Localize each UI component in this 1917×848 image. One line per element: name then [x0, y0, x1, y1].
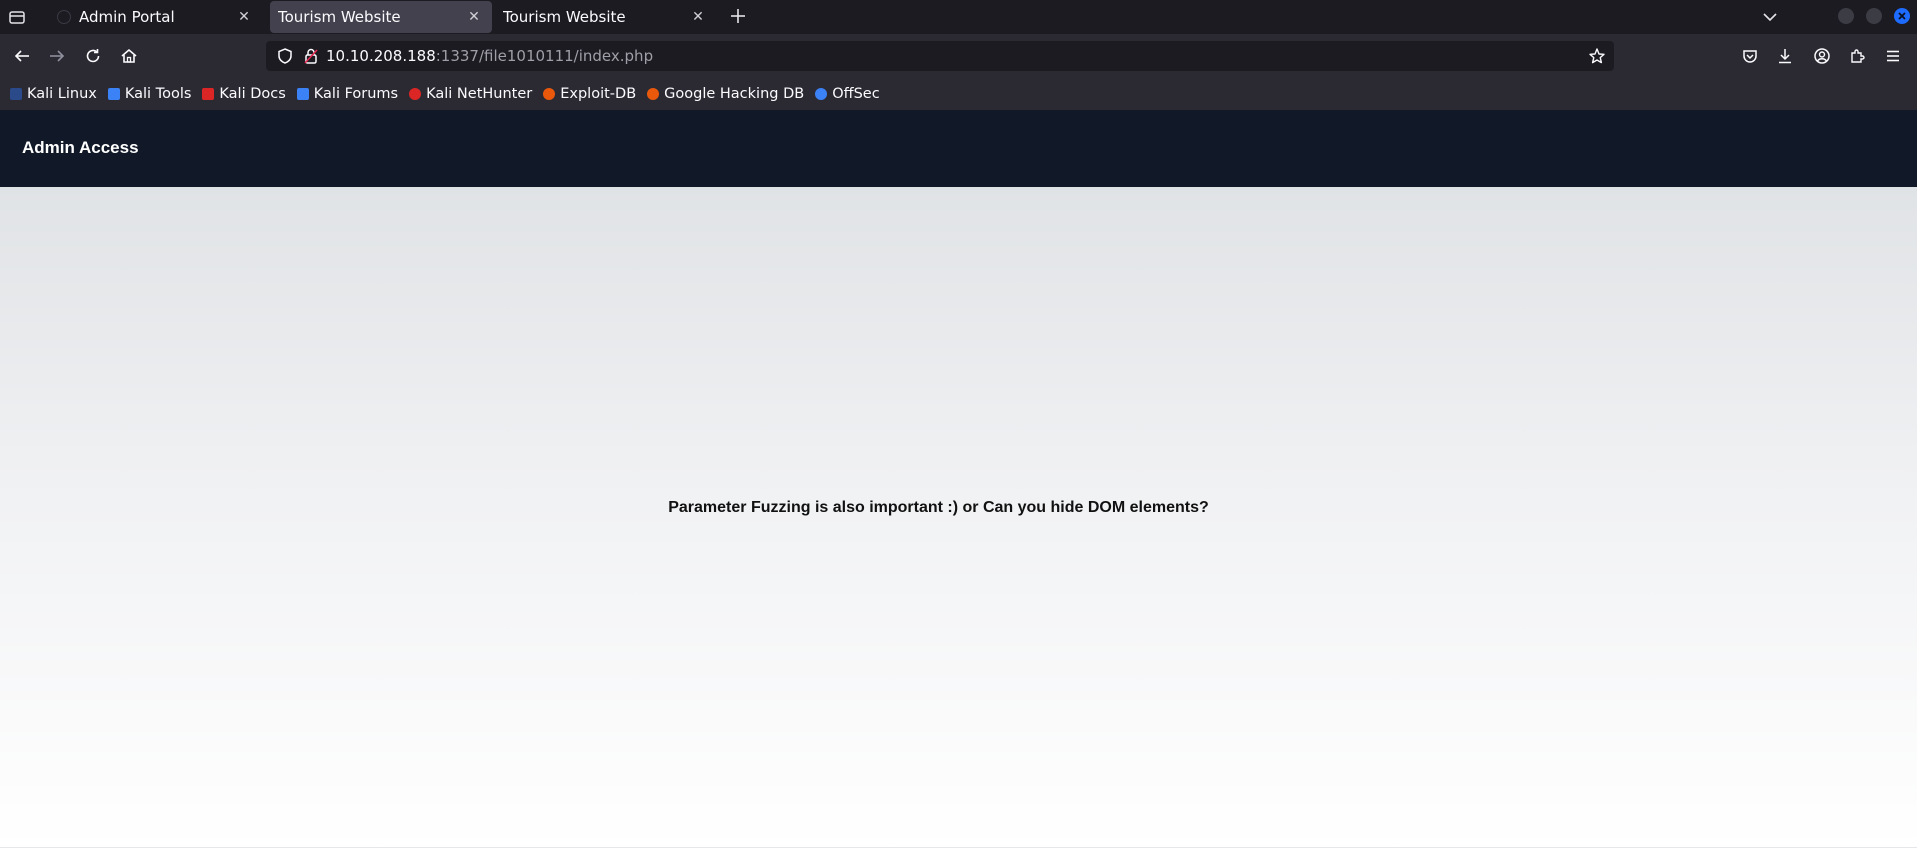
minimize-button[interactable]	[1838, 8, 1854, 24]
close-icon[interactable]: ✕	[466, 9, 482, 25]
bookmark-offsec[interactable]: OffSec	[815, 86, 880, 102]
kali-dragon-icon	[10, 88, 22, 100]
offsec-icon	[815, 88, 828, 100]
lock-icon[interactable]	[302, 47, 320, 65]
bookmark-kali-nethunter[interactable]: Kali NetHunter	[409, 86, 532, 102]
bookmark-label: Kali Tools	[124, 86, 192, 102]
page-title: Admin Access	[22, 138, 139, 157]
new-tab-plus-icon[interactable]	[728, 6, 748, 26]
tab-tourism-website[interactable]: Tourism Website ✕	[494, 0, 716, 33]
url-host: 10.10.208.188	[326, 47, 436, 65]
tab-favicon-icon	[57, 9, 71, 24]
close-icon[interactable]: ✕	[690, 9, 706, 25]
hint-message: Parameter Fuzzing is also important :) o…	[668, 499, 1209, 516]
maximize-button[interactable]	[1866, 8, 1882, 24]
tab-title: Tourism Website	[503, 7, 626, 26]
back-arrow-icon[interactable]	[10, 44, 34, 68]
navigation-toolbar: 10.10.208.188:1337/file1010111/index.php	[0, 34, 1917, 78]
close-icon[interactable]: ✕	[236, 9, 252, 25]
tab-strip: Admin Portal ✕ Tourism Website ✕ Tourism…	[0, 0, 1917, 34]
pocket-icon[interactable]	[1741, 47, 1759, 65]
forward-arrow-icon[interactable]	[45, 44, 69, 68]
bookmark-kali-linux[interactable]: Kali Linux	[10, 86, 97, 102]
extensions-icon[interactable]	[1848, 47, 1866, 65]
bookmark-kali-docs[interactable]: Kali Docs	[202, 86, 286, 102]
account-icon[interactable]	[1813, 47, 1831, 65]
window-close-button[interactable]	[1894, 8, 1910, 24]
bookmark-label: Kali Docs	[219, 86, 286, 102]
web-page: Admin Access Parameter Fuzzing is also i…	[0, 110, 1917, 848]
star-icon[interactable]	[1588, 47, 1606, 65]
bookmark-label: OffSec	[832, 86, 880, 102]
address-bar[interactable]: 10.10.208.188:1337/file1010111/index.php	[266, 41, 1614, 71]
kali-docs-icon	[202, 88, 215, 100]
download-icon[interactable]	[1776, 47, 1794, 65]
reload-icon[interactable]	[81, 44, 105, 68]
bookmark-kali-tools[interactable]: Kali Tools	[107, 86, 192, 102]
site-header: Admin Access	[0, 110, 1917, 187]
bookmark-exploit-db[interactable]: Exploit-DB	[543, 86, 636, 102]
url-path: :1337/file1010111/index.php	[435, 47, 654, 65]
tab-list-icon[interactable]	[8, 8, 26, 26]
tab-title: Admin Portal	[79, 7, 175, 26]
bookmark-google-hacking-db[interactable]: Google Hacking DB	[647, 86, 804, 102]
url-text[interactable]: 10.10.208.188:1337/file1010111/index.php	[326, 47, 653, 65]
bookmark-kali-forums[interactable]: Kali Forums	[296, 86, 399, 102]
bookmark-label: Kali NetHunter	[426, 86, 533, 102]
bookmarks-toolbar: Kali Linux Kali Tools Kali Docs Kali For…	[0, 78, 1917, 110]
bookmark-label: Kali Forums	[313, 86, 399, 102]
bookmark-label: Kali Linux	[27, 86, 97, 102]
google-hacking-db-icon	[647, 88, 660, 100]
nethunter-icon	[409, 88, 422, 100]
tab-tourism-website-active[interactable]: Tourism Website ✕	[270, 1, 492, 33]
shield-icon[interactable]	[276, 47, 294, 65]
chevron-down-icon[interactable]	[1760, 7, 1780, 27]
exploit-db-icon	[543, 88, 556, 100]
kali-tools-icon	[107, 88, 120, 100]
bookmark-label: Exploit-DB	[560, 86, 637, 102]
home-icon[interactable]	[117, 44, 141, 68]
bookmark-label: Google Hacking DB	[664, 86, 805, 102]
tab-admin-portal[interactable]: Admin Portal ✕	[40, 0, 262, 33]
hamburger-menu-icon[interactable]	[1884, 47, 1902, 65]
tab-title: Tourism Website	[278, 8, 401, 26]
kali-forums-icon	[296, 88, 309, 100]
